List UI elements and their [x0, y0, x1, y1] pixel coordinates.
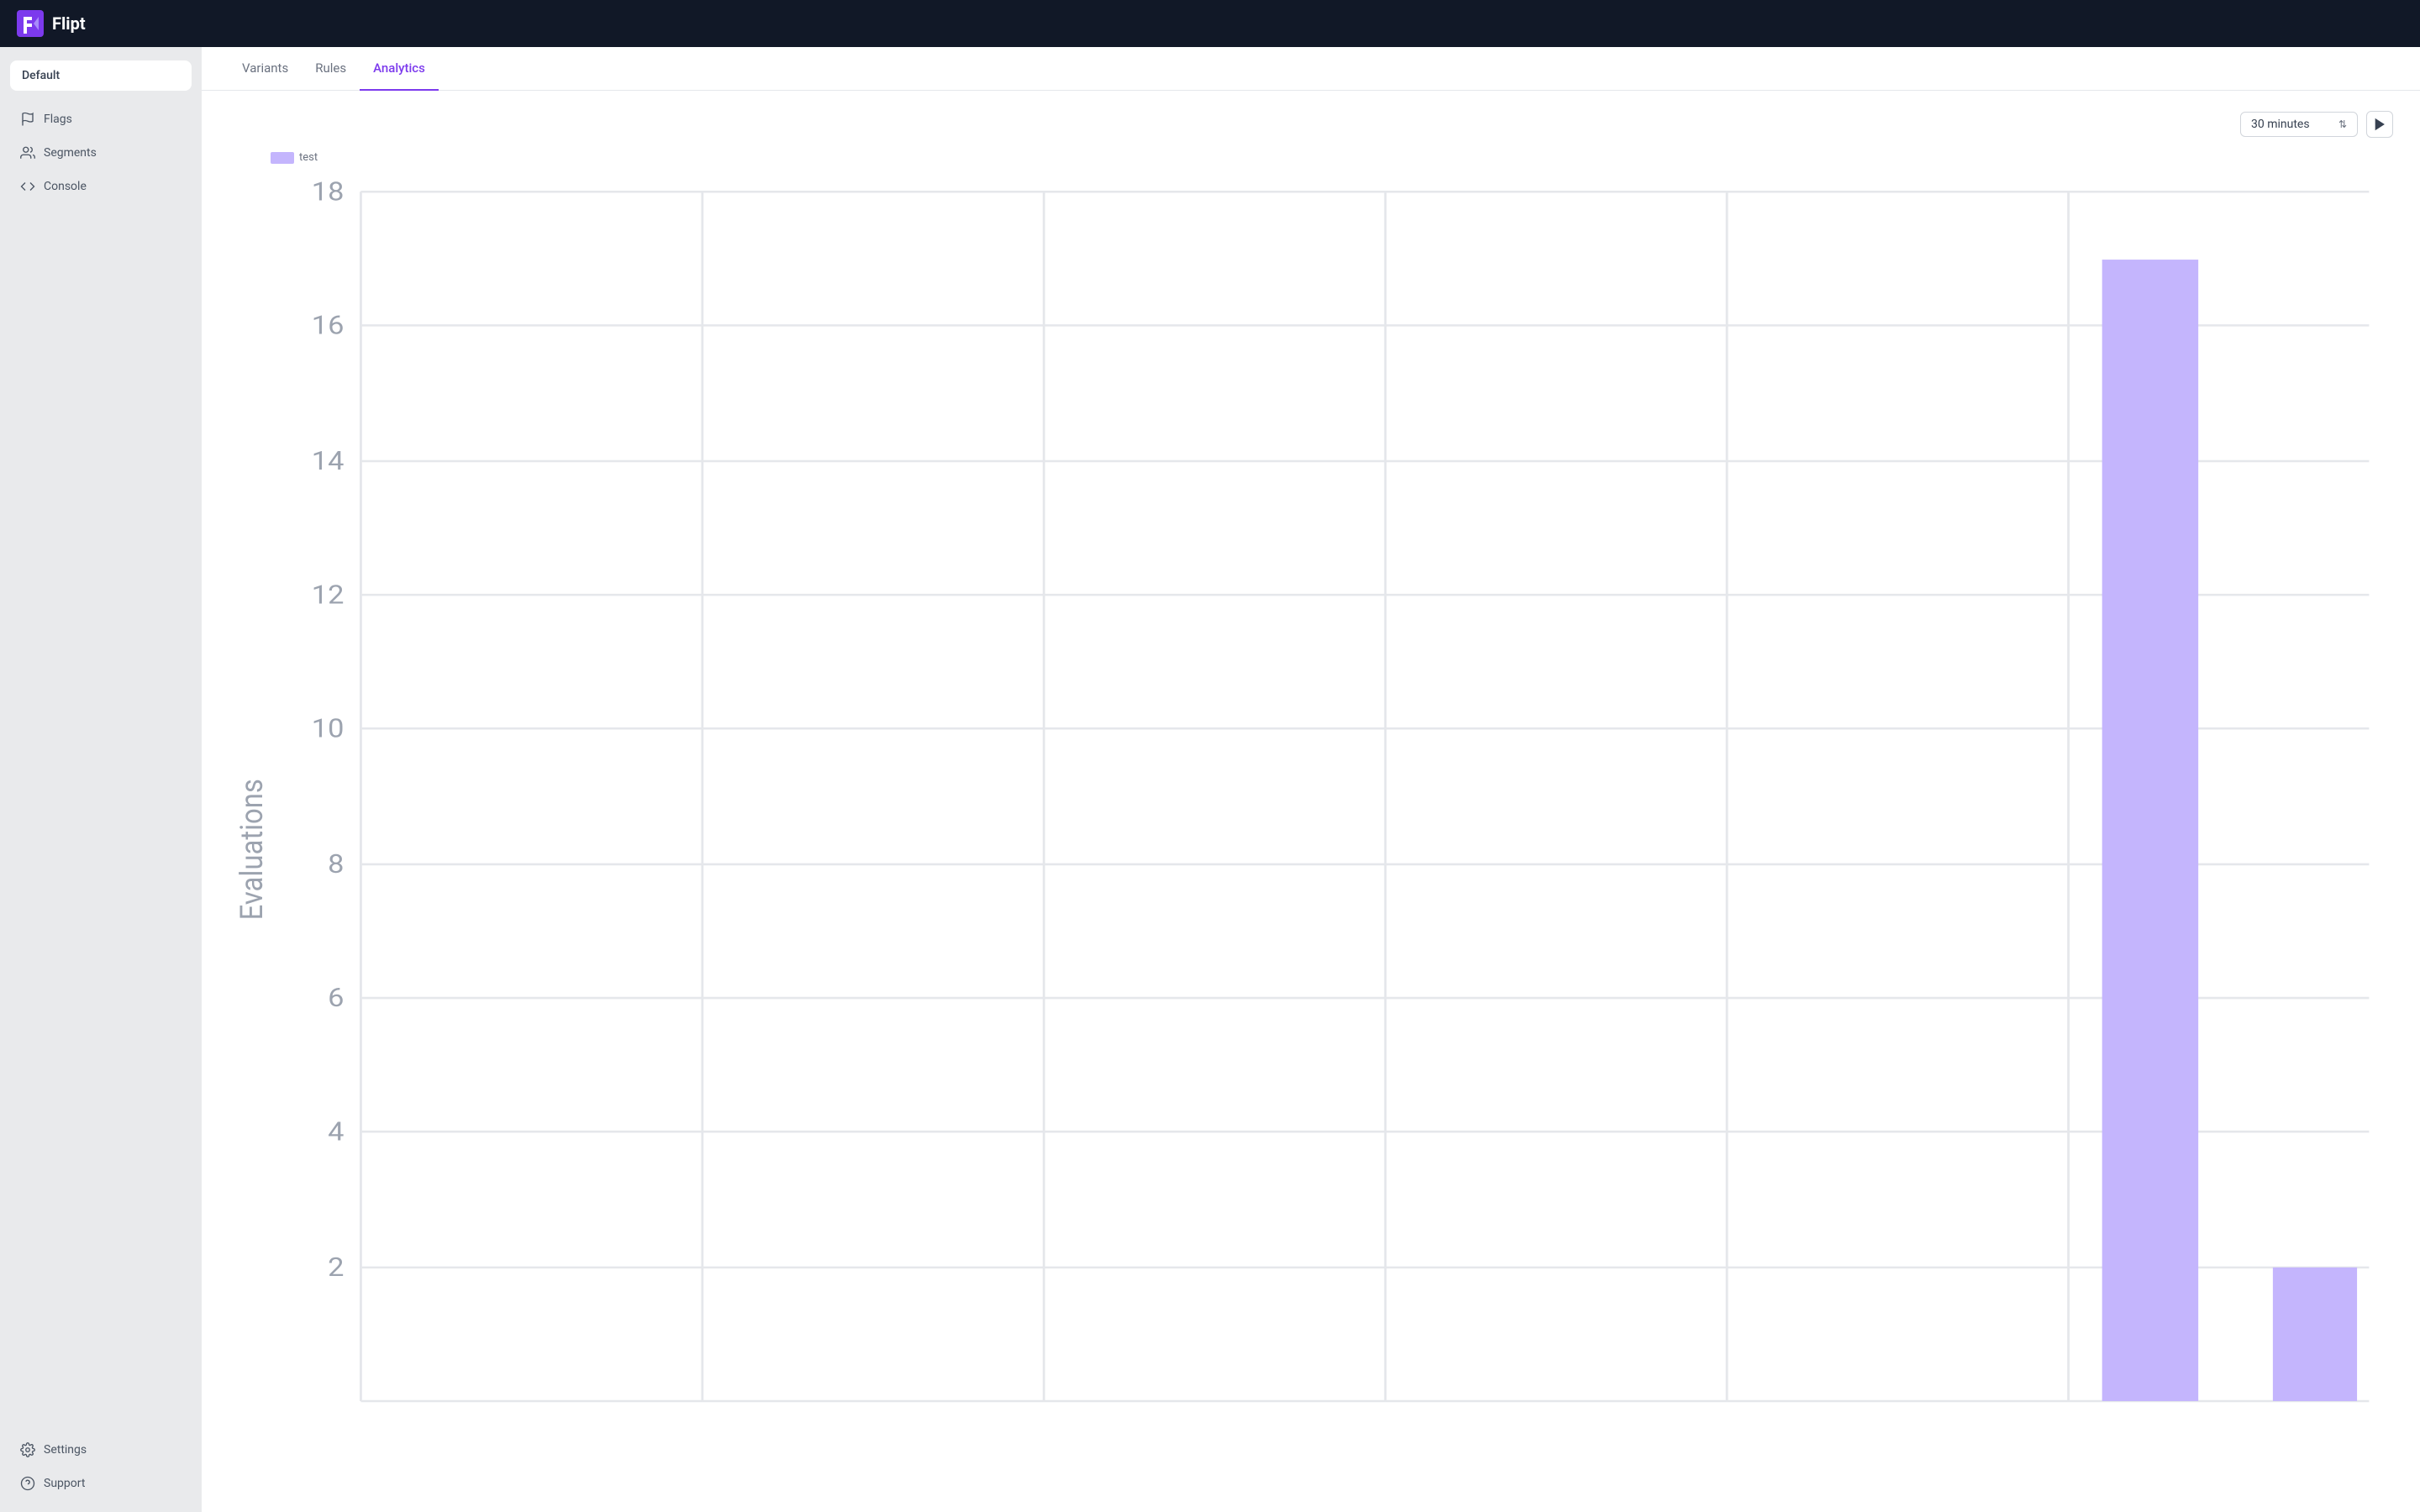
tab-variants[interactable]: Variants — [229, 47, 302, 91]
run-button[interactable] — [2366, 111, 2393, 138]
topbar: Flipt — [0, 0, 2420, 47]
legend-label: test — [299, 151, 318, 164]
svg-text:4: 4 — [328, 1116, 344, 1147]
logo-text: Flipt — [52, 13, 86, 34]
svg-text:10: 10 — [312, 713, 345, 743]
svg-text:8: 8 — [328, 849, 344, 879]
svg-text:12: 12 — [312, 580, 345, 610]
chart-legend: test — [229, 151, 2393, 164]
support-icon — [20, 1476, 35, 1491]
sidebar-item-console[interactable]: Console — [10, 171, 192, 202]
content-area: Variants Rules Analytics 30 minutes ⇅ — [202, 47, 2420, 1512]
time-select-label: 30 minutes — [2251, 118, 2310, 131]
chart-controls: 30 minutes ⇅ — [229, 111, 2393, 138]
logo-icon — [17, 10, 44, 37]
bar-5 — [2102, 260, 2198, 1401]
chart-wrapper: test Evaluations 18 — [229, 151, 2393, 1492]
sidebar-item-segments[interactable]: Segments — [10, 138, 192, 168]
sidebar-bottom: Settings Support — [10, 1435, 192, 1499]
chevron-updown-icon: ⇅ — [2338, 118, 2347, 130]
svg-text:Evaluations: Evaluations — [233, 779, 271, 920]
chart-container: Evaluations 18 16 14 — [229, 171, 2393, 1486]
legend-swatch — [271, 152, 294, 164]
tab-analytics[interactable]: Analytics — [360, 47, 439, 91]
support-label: Support — [44, 1477, 85, 1490]
chart-area: 30 minutes ⇅ test — [202, 91, 2420, 1512]
segments-label: Segments — [44, 146, 97, 160]
flag-icon — [20, 112, 35, 127]
sidebar-nav: Flags Segments Console — [10, 104, 192, 1435]
play-icon — [2373, 118, 2386, 131]
logo: Flipt — [17, 10, 86, 37]
svg-text:2: 2 — [328, 1252, 344, 1283]
users-icon — [20, 145, 35, 160]
svg-text:14: 14 — [312, 446, 345, 476]
main-layout: Default Flags Segments — [0, 47, 2420, 1512]
flags-label: Flags — [44, 113, 72, 126]
svg-text:16: 16 — [312, 310, 345, 340]
tab-rules[interactable]: Rules — [302, 47, 360, 91]
bar-6 — [2273, 1268, 2357, 1401]
gear-icon — [20, 1442, 35, 1457]
svg-text:6: 6 — [328, 983, 344, 1013]
svg-text:18: 18 — [312, 176, 345, 207]
sidebar-item-flags[interactable]: Flags — [10, 104, 192, 134]
tabs-bar: Variants Rules Analytics — [202, 47, 2420, 91]
sidebar-item-settings[interactable]: Settings — [10, 1435, 192, 1465]
time-select[interactable]: 30 minutes ⇅ — [2240, 112, 2358, 137]
sidebar-item-support[interactable]: Support — [10, 1468, 192, 1499]
settings-label: Settings — [44, 1443, 87, 1457]
console-label: Console — [44, 180, 87, 193]
code-icon — [20, 179, 35, 194]
sidebar: Default Flags Segments — [0, 47, 202, 1512]
chart-svg: Evaluations 18 16 14 — [229, 171, 2393, 1486]
namespace-label[interactable]: Default — [10, 60, 192, 91]
